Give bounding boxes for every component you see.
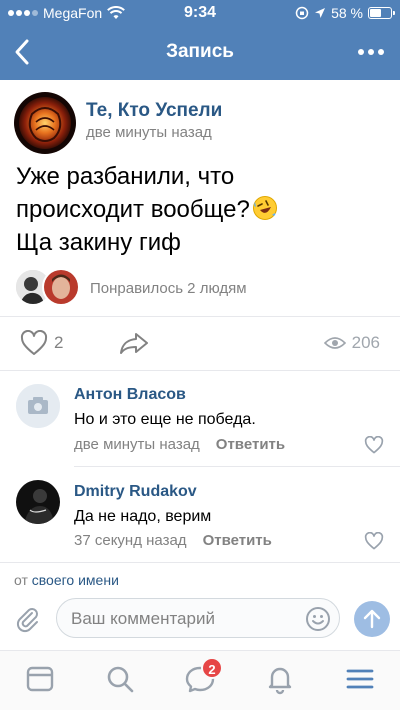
liker-avatar[interactable] xyxy=(42,268,80,306)
arrow-up-icon xyxy=(363,609,381,629)
bell-icon[interactable] xyxy=(264,663,296,695)
comment-avatar[interactable] xyxy=(16,480,60,524)
comment-author[interactable]: Антон Власов xyxy=(74,386,186,404)
heart-icon[interactable] xyxy=(364,436,384,454)
comment-meta: 37 секунд назад Ответить xyxy=(74,532,272,549)
liked-by-text[interactable]: Понравилось 2 людям xyxy=(90,280,247,297)
emoji-smile-icon[interactable] xyxy=(305,606,331,632)
app-header: MegaFon 9:34 58 % Запись xyxy=(0,0,400,80)
news-feed-icon[interactable] xyxy=(24,663,56,695)
comment-input[interactable] xyxy=(71,607,301,631)
author-avatar[interactable] xyxy=(14,92,76,154)
comment-time: 37 секунд назад xyxy=(74,532,187,549)
views-counter: 206 xyxy=(323,333,380,353)
battery-percent: 58 % xyxy=(331,5,363,21)
comment-text: Но и это еще не победа. xyxy=(74,411,256,428)
comment-avatar[interactable] xyxy=(16,384,60,428)
battery-icon xyxy=(368,7,395,19)
post-text: Уже разбанили, что происходит вообще? Ща… xyxy=(16,160,386,259)
comment-text: Да не надо, верим xyxy=(74,508,212,525)
comment-input-box[interactable] xyxy=(56,598,340,638)
orientation-lock-icon xyxy=(295,6,309,20)
reply-button[interactable]: Ответить xyxy=(203,532,272,549)
likes-count: 2 xyxy=(54,333,64,352)
like-button[interactable]: 2 xyxy=(20,330,63,356)
comment-author[interactable]: Dmitry Rudakov xyxy=(74,483,197,501)
more-options-icon[interactable] xyxy=(358,40,386,64)
views-count: 206 xyxy=(351,333,380,352)
heart-icon xyxy=(20,330,48,355)
divider xyxy=(0,316,400,317)
heart-icon[interactable] xyxy=(364,532,384,550)
reply-button[interactable]: Ответить xyxy=(216,436,285,453)
divider xyxy=(0,562,400,563)
comment-meta: две минуты назад Ответить xyxy=(74,436,285,453)
rolling-on-floor-laughing-emoji-icon xyxy=(252,196,277,220)
divider xyxy=(74,466,400,467)
post-timestamp: две минуты назад xyxy=(86,124,212,141)
share-arrow-icon xyxy=(120,333,148,354)
author-name[interactable]: Те, Кто Успели xyxy=(86,100,222,122)
post-as-line: от своего имени xyxy=(14,572,119,588)
comment-composer xyxy=(0,592,400,646)
status-bar: MegaFon 9:34 58 % xyxy=(0,0,400,26)
post-as-selector[interactable]: своего имени xyxy=(32,572,119,588)
divider xyxy=(0,370,400,371)
menu-icon[interactable] xyxy=(344,663,376,695)
search-icon[interactable] xyxy=(104,663,136,695)
paperclip-icon[interactable] xyxy=(12,604,42,634)
post-text-line: происходит вообще? xyxy=(16,196,250,223)
page-title: Запись xyxy=(166,41,234,62)
location-icon xyxy=(315,8,326,18)
comment-time: две минуты назад xyxy=(74,436,200,453)
post-as-prefix: от xyxy=(14,572,28,588)
post-text-line: Уже разбанили, что xyxy=(16,163,235,190)
eye-icon xyxy=(323,337,346,349)
post-text-line: Ща закину гиф xyxy=(16,229,181,256)
post-actions: 2 206 xyxy=(0,322,400,368)
bottom-tab-bar: 2 xyxy=(0,650,400,710)
messages-badge: 2 xyxy=(201,657,223,679)
share-button[interactable] xyxy=(118,330,150,361)
send-button[interactable] xyxy=(354,601,390,637)
